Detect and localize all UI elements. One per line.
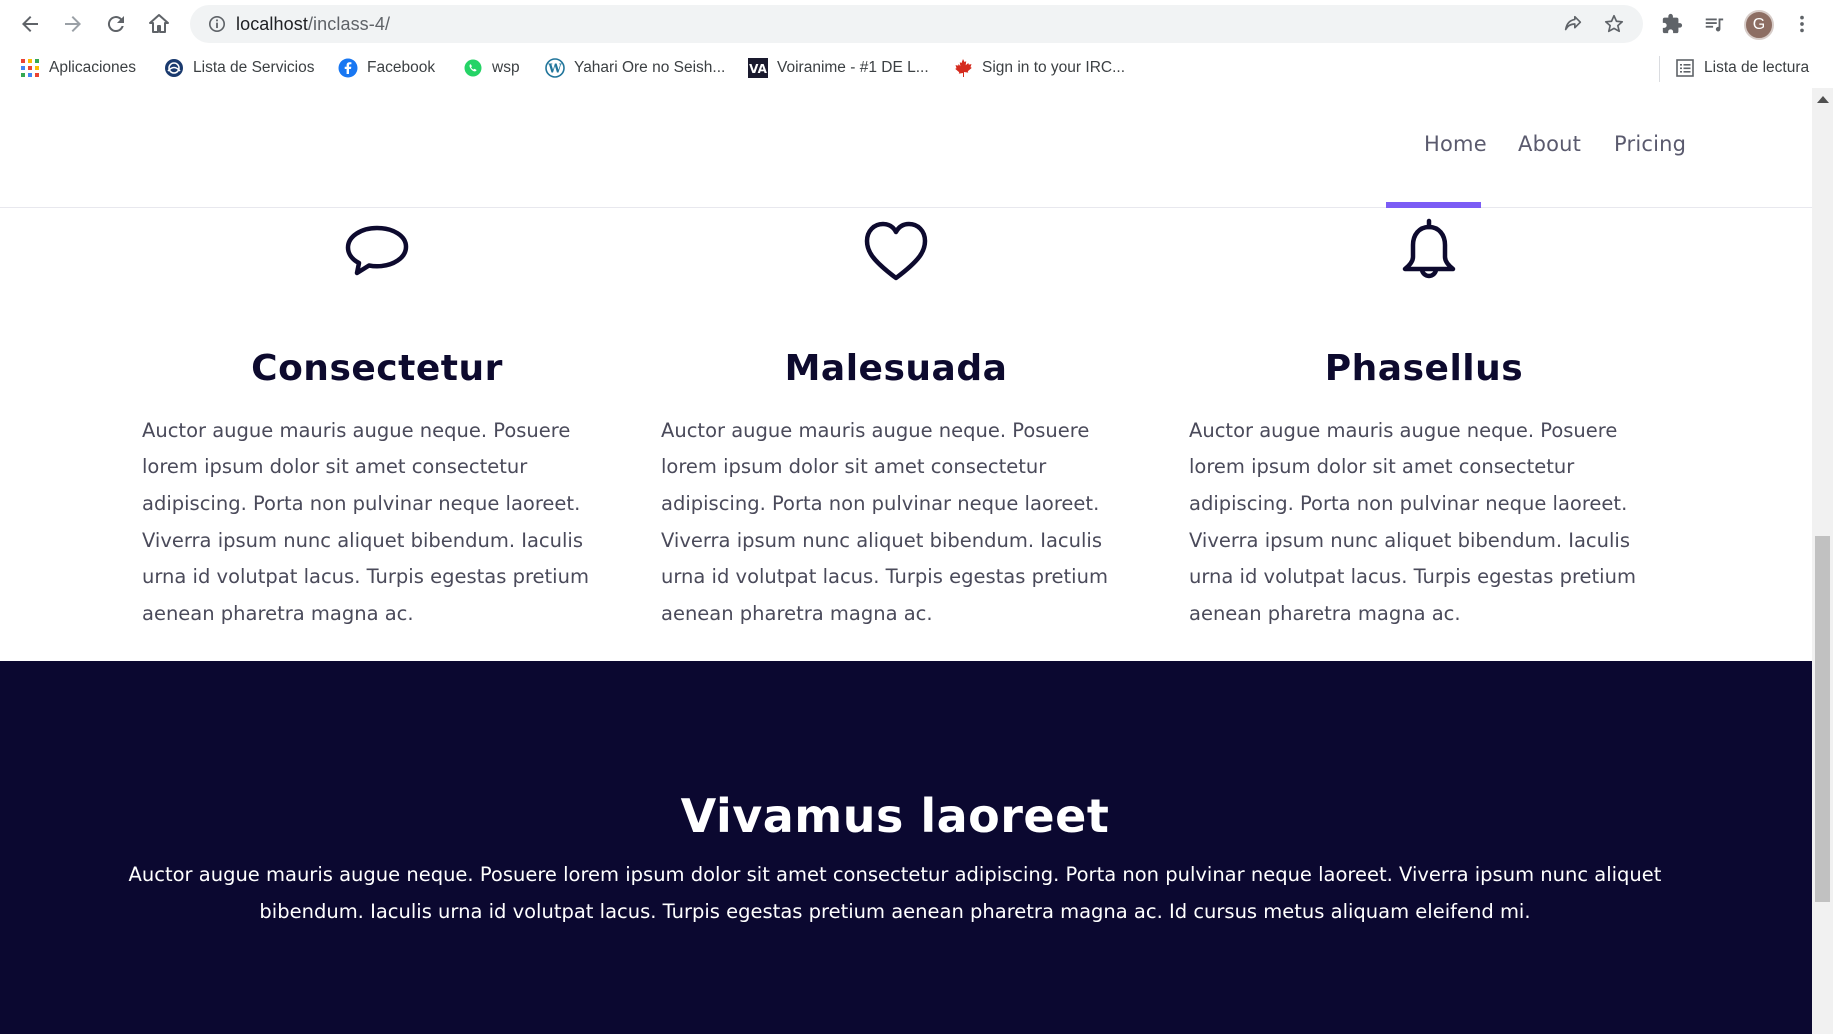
arrow-right-icon [65, 16, 81, 32]
puzzle-icon [1662, 13, 1683, 34]
page-scrollbar[interactable] [1812, 88, 1833, 1034]
back-button[interactable] [12, 6, 48, 42]
page-viewport: Home About Pricing Consectetur Auctor au… [0, 88, 1812, 1034]
home-button[interactable] [141, 6, 177, 42]
bell-icon [1402, 218, 1456, 279]
heart-icon [864, 221, 928, 281]
nav-link-about[interactable]: About [1518, 132, 1581, 156]
bookmark-wsp[interactable]: wsp [463, 56, 520, 80]
section-text: Auctor augue mauris augue neque. Posuere… [128, 862, 1662, 923]
home-icon [149, 14, 169, 33]
browser-menu-button[interactable] [1788, 10, 1816, 38]
url-host: localhost [236, 14, 308, 34]
profile-avatar[interactable]: G [1744, 10, 1774, 40]
playlist-icon [1705, 18, 1724, 32]
share-icon[interactable] [1562, 13, 1584, 35]
bookmark-label: Sign in to your IRC... [982, 59, 1126, 76]
wordpress-icon: W [545, 58, 565, 78]
feature-text: Auctor augue mauris augue neque. Posuere… [661, 418, 1108, 626]
highlight-section: Vivamus laoreet Auctor augue mauris augu… [0, 661, 1812, 1034]
bookmark-lista-servicios[interactable]: Lista de Servicios [164, 56, 314, 80]
reading-list-label: Lista de lectura [1704, 59, 1810, 76]
site-header: Home About Pricing [0, 88, 1812, 208]
bookmark-label: wsp [492, 59, 520, 76]
section-title: Vivamus laoreet [680, 789, 1110, 844]
bookmarks-divider [1659, 56, 1660, 82]
bookmark-facebook[interactable]: Facebook [338, 56, 435, 80]
media-controls-button[interactable] [1700, 10, 1728, 38]
nav-active-indicator [1386, 202, 1481, 208]
apps-grid-icon [21, 59, 39, 77]
reload-icon [107, 16, 124, 33]
speech-bubble-icon [345, 225, 409, 276]
reading-list-icon [1676, 59, 1694, 77]
more-vert-icon [1800, 15, 1804, 33]
bookmark-yahari[interactable]: W Yahari Ore no Seish... [545, 56, 725, 80]
bookmark-label: Aplicaciones [49, 59, 137, 76]
bookmark-voiranime[interactable]: VA Voiranime - #1 DE L... [748, 56, 929, 80]
bookmarks-bar: Aplicaciones Lista de Servicios Facebook… [0, 48, 1833, 88]
extensions-button[interactable] [1658, 10, 1686, 38]
bookmark-label: Yahari Ore no Seish... [574, 59, 726, 76]
bookmark-label: Facebook [367, 59, 436, 76]
bookmark-star-icon[interactable] [1603, 13, 1625, 35]
arrow-left-icon [22, 16, 38, 32]
feature-title: Phasellus [1324, 347, 1524, 389]
bookmark-label: Voiranime - #1 DE L... [777, 59, 929, 76]
feature-text: Auctor augue mauris augue neque. Posuere… [142, 418, 589, 626]
nav-link-pricing[interactable]: Pricing [1614, 132, 1686, 156]
facebook-icon [338, 58, 358, 78]
whatsapp-icon [464, 59, 482, 77]
address-bar[interactable]: localhost/inclass-4/ [190, 5, 1643, 43]
bookmark-apps[interactable]: Aplicaciones [20, 56, 136, 80]
globe-icon [165, 59, 183, 77]
url-text[interactable]: localhost/inclass-4/ [236, 14, 390, 35]
scrollbar-thumb[interactable] [1815, 536, 1830, 902]
forward-button[interactable] [55, 6, 91, 42]
voiranime-icon: VA [748, 58, 768, 78]
feature-text: Auctor augue mauris augue neque. Posuere… [1189, 418, 1636, 626]
reload-button[interactable] [98, 6, 134, 42]
scroll-up-arrow-icon[interactable] [1817, 96, 1829, 103]
browser-toolbar: localhost/inclass-4/ G [0, 0, 1833, 48]
bookmark-ircc[interactable]: Sign in to your IRC... [953, 56, 1125, 80]
info-icon[interactable] [208, 15, 226, 33]
feature-title: Consectetur [251, 347, 503, 389]
url-path: /inclass-4/ [307, 14, 391, 34]
svg-text:VA: VA [749, 62, 767, 76]
svg-text:W: W [547, 62, 562, 76]
bookmark-label: Lista de Servicios [193, 59, 315, 76]
maple-leaf-icon [955, 59, 972, 77]
nav-link-home[interactable]: Home [1424, 132, 1487, 156]
feature-title: Malesuada [784, 347, 1008, 389]
reading-list-button[interactable]: Lista de lectura [1675, 56, 1809, 80]
